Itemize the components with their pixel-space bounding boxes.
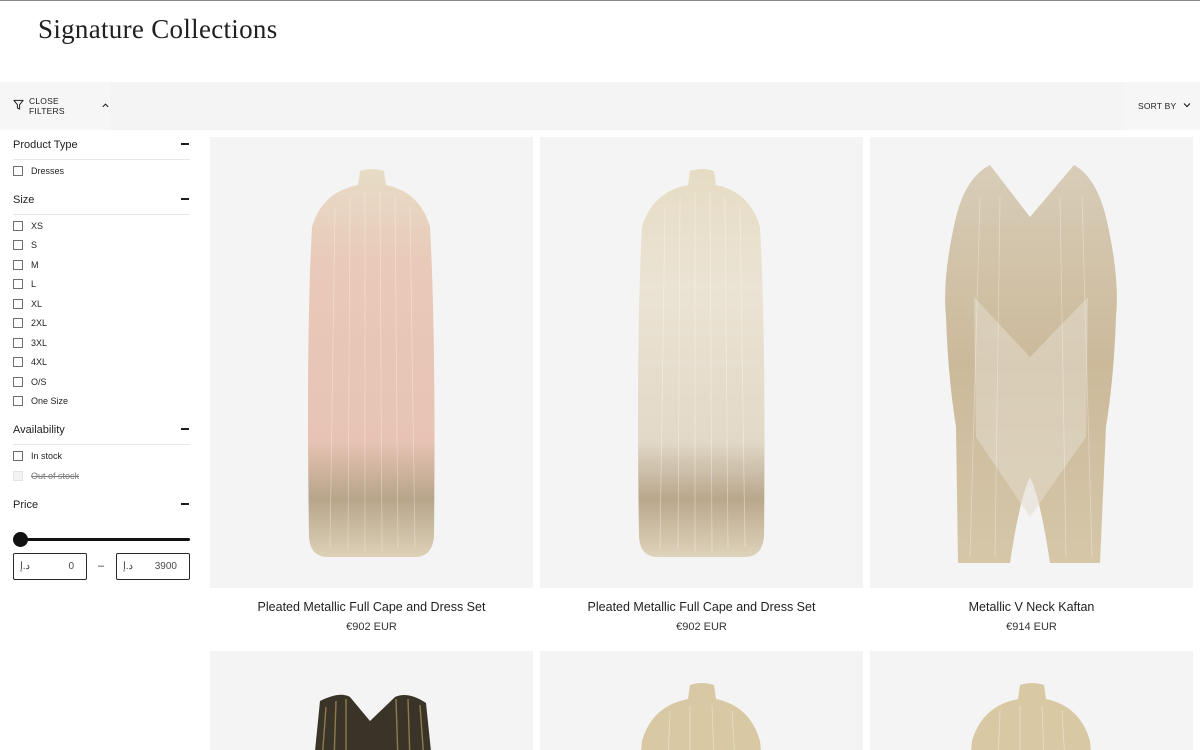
filter-option-size[interactable]: L	[13, 276, 36, 292]
filter-option-label: 2XL	[31, 318, 48, 328]
collapse-minus-icon	[181, 198, 189, 200]
checkbox[interactable]	[13, 451, 23, 461]
checkbox[interactable]	[13, 338, 23, 348]
filter-option-size[interactable]: XL	[13, 296, 42, 312]
filter-option-label: Out of stock	[31, 471, 80, 481]
currency-symbol: د.إ	[123, 561, 134, 572]
checkbox[interactable]	[13, 221, 23, 231]
checkbox[interactable]	[13, 299, 23, 309]
filter-option-label: 4XL	[31, 357, 48, 367]
filter-option-label: XL	[31, 299, 43, 309]
top-rule	[0, 0, 1200, 1]
filter-toolbar: CLOSE FILTERS SORT BY	[0, 82, 1200, 130]
price-slider-track[interactable]	[16, 538, 190, 541]
product-price: €914 EUR	[1006, 621, 1057, 633]
product-name[interactable]: Pleated Metallic Full Cape and Dress Set	[210, 600, 533, 614]
filter-group-title: Size	[13, 194, 35, 206]
collapse-minus-icon	[181, 428, 189, 430]
filter-option-size[interactable]: S	[13, 237, 37, 253]
product-image[interactable]	[540, 651, 863, 750]
filter-group-title: Availability	[13, 424, 65, 436]
filter-option-label: 3XL	[31, 338, 48, 348]
product-price: €902 EUR	[676, 621, 727, 633]
filter-icon	[13, 97, 24, 115]
price-range-separator: –	[98, 560, 105, 572]
checkbox[interactable]	[13, 240, 23, 250]
filter-option-label: In stock	[31, 451, 63, 461]
filter-option-size[interactable]: 4XL	[13, 354, 47, 370]
filter-group-availability[interactable]: Availability	[13, 419, 190, 445]
filter-group-title: Product Type	[13, 139, 78, 151]
filter-option-size[interactable]: O/S	[13, 374, 47, 390]
product-price: €902 EUR	[346, 621, 397, 633]
filter-group-product-type[interactable]: Product Type	[13, 134, 190, 160]
page-title: Signature Collections	[38, 14, 278, 44]
product-image[interactable]	[210, 651, 533, 750]
filter-option-size[interactable]: M	[13, 257, 39, 273]
price-max-value: 3900	[154, 561, 177, 572]
checkbox-disabled	[13, 471, 23, 481]
checkbox[interactable]	[13, 318, 23, 328]
product-image[interactable]	[870, 651, 1193, 750]
product-image[interactable]	[870, 137, 1193, 588]
close-filters-button[interactable]: CLOSE FILTERS	[0, 82, 110, 130]
filter-option-label: One Size	[31, 396, 69, 406]
price-min-input[interactable]: د.إ 0	[13, 553, 87, 580]
chevron-up-icon	[101, 97, 110, 115]
filter-option-size[interactable]: 2XL	[13, 315, 47, 331]
filter-option-size[interactable]: 3XL	[13, 335, 47, 351]
filter-option-label: O/S	[31, 377, 47, 387]
filter-option-label: S	[31, 240, 38, 250]
collapse-minus-icon	[181, 143, 189, 145]
product-image[interactable]	[540, 137, 863, 588]
filter-option-out-of-stock: Out of stock	[13, 468, 79, 484]
filter-option-label: XS	[31, 221, 44, 231]
checkbox[interactable]	[13, 260, 23, 270]
filter-group-size[interactable]: Size	[13, 189, 190, 215]
filter-option-dresses[interactable]: Dresses	[13, 163, 64, 179]
checkbox[interactable]	[13, 357, 23, 367]
checkbox[interactable]	[13, 377, 23, 387]
price-min-value: 0	[68, 561, 74, 572]
filters-sidebar: Product Type Dresses Size XS S M L XL 2X…	[0, 130, 204, 750]
sort-by-button[interactable]: SORT BY	[1124, 82, 1200, 130]
filter-group-title: Price	[13, 499, 39, 511]
filter-group-price[interactable]: Price	[13, 494, 190, 520]
filter-option-label: Dresses	[31, 166, 65, 176]
product-name[interactable]: Pleated Metallic Full Cape and Dress Set	[540, 600, 863, 614]
filter-option-size[interactable]: One Size	[13, 393, 68, 409]
filter-option-label: L	[31, 279, 37, 289]
collapse-minus-icon	[181, 503, 189, 505]
product-name[interactable]: Metallic V Neck Kaftan	[870, 600, 1193, 614]
price-slider-thumb[interactable]	[13, 532, 28, 547]
price-max-input[interactable]: د.إ 3900	[116, 553, 190, 580]
chevron-down-icon	[1182, 97, 1192, 115]
currency-symbol: د.إ	[20, 561, 31, 572]
checkbox[interactable]	[13, 166, 23, 176]
checkbox[interactable]	[13, 396, 23, 406]
sort-by-label: SORT BY	[1138, 101, 1177, 111]
filter-option-size[interactable]: XS	[13, 218, 43, 234]
close-filters-label: CLOSE FILTERS	[29, 96, 65, 116]
checkbox[interactable]	[13, 279, 23, 289]
product-image[interactable]	[210, 137, 533, 588]
filter-option-label: M	[31, 260, 39, 270]
filter-option-in-stock[interactable]: In stock	[13, 448, 62, 464]
